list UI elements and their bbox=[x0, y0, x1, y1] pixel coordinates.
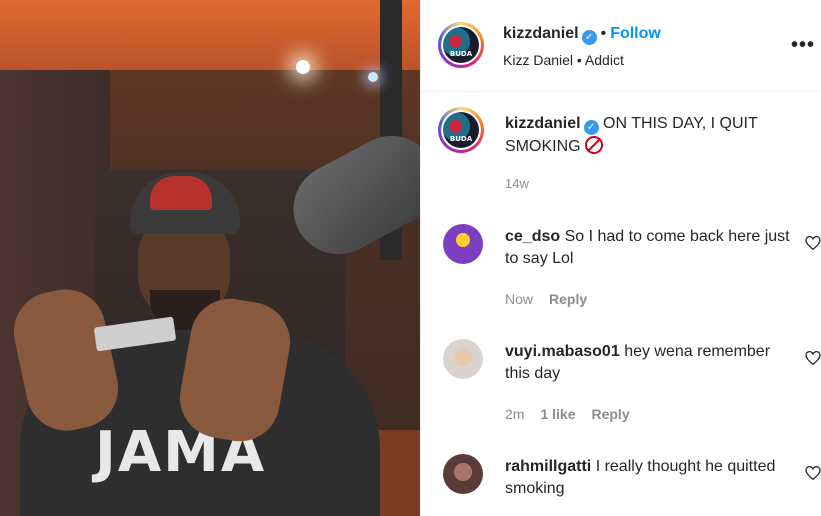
comment-time[interactable]: 2m bbox=[505, 406, 524, 422]
author-name-row: kizzdaniel ✓ • Follow bbox=[503, 25, 661, 45]
post-media[interactable]: JAMA bbox=[0, 0, 420, 516]
comment-body: ce_dso So I had to come back here just t… bbox=[505, 226, 795, 270]
separator-dot: • bbox=[600, 25, 607, 42]
comment-body: vuyi.mabaso01 hey wena remember this day bbox=[505, 341, 795, 385]
studio-light bbox=[368, 72, 378, 82]
caption-author-avatar[interactable]: BUDA bbox=[438, 107, 484, 153]
comment-username[interactable]: rahmillgatti bbox=[505, 458, 591, 475]
no-smoking-icon bbox=[585, 136, 604, 154]
comment-meta: Now Reply bbox=[505, 291, 587, 307]
verified-badge-icon: ✓ bbox=[583, 120, 599, 135]
audio-subtitle[interactable]: Kizz Daniel • Addict bbox=[503, 52, 624, 68]
more-options-icon[interactable]: ••• bbox=[791, 34, 815, 57]
cap-front bbox=[150, 176, 212, 210]
reply-button[interactable]: Reply bbox=[591, 406, 629, 422]
author-avatar[interactable]: BUDA bbox=[438, 22, 484, 68]
commenter-avatar[interactable] bbox=[443, 339, 483, 379]
comment-meta: 2m 1 like Reply bbox=[505, 406, 630, 422]
like-heart-icon[interactable] bbox=[805, 236, 821, 250]
caption-username[interactable]: kizzdaniel bbox=[505, 115, 581, 132]
comment-username[interactable]: vuyi.mabaso01 bbox=[505, 343, 620, 360]
comment-likes[interactable]: 1 like bbox=[540, 406, 575, 422]
like-heart-icon[interactable] bbox=[805, 351, 821, 365]
comment-username[interactable]: ce_dso bbox=[505, 228, 560, 245]
commenter-avatar[interactable] bbox=[443, 454, 483, 494]
follow-button[interactable]: Follow bbox=[610, 25, 661, 42]
post-details-panel: BUDA kizzdaniel ✓ • Follow Kizz Daniel • Ad… bbox=[420, 0, 821, 516]
studio-ceiling bbox=[0, 0, 420, 70]
caption-text-block: kizzdaniel ✓ ON THIS DAY, I QUIT SMOKING bbox=[505, 112, 795, 158]
commenter-avatar[interactable] bbox=[443, 224, 483, 264]
reply-button[interactable]: Reply bbox=[549, 291, 587, 307]
comment-body: rahmillgatti I really thought he quitted… bbox=[505, 456, 795, 500]
caption-timestamp[interactable]: 14w bbox=[505, 176, 529, 191]
post-header: BUDA kizzdaniel ✓ • Follow Kizz Daniel • Ad… bbox=[421, 0, 821, 92]
verified-badge-icon: ✓ bbox=[581, 30, 597, 45]
author-username[interactable]: kizzdaniel bbox=[503, 25, 579, 42]
like-heart-icon[interactable] bbox=[805, 466, 821, 480]
studio-light bbox=[296, 60, 310, 74]
comment-time[interactable]: Now bbox=[505, 291, 533, 307]
